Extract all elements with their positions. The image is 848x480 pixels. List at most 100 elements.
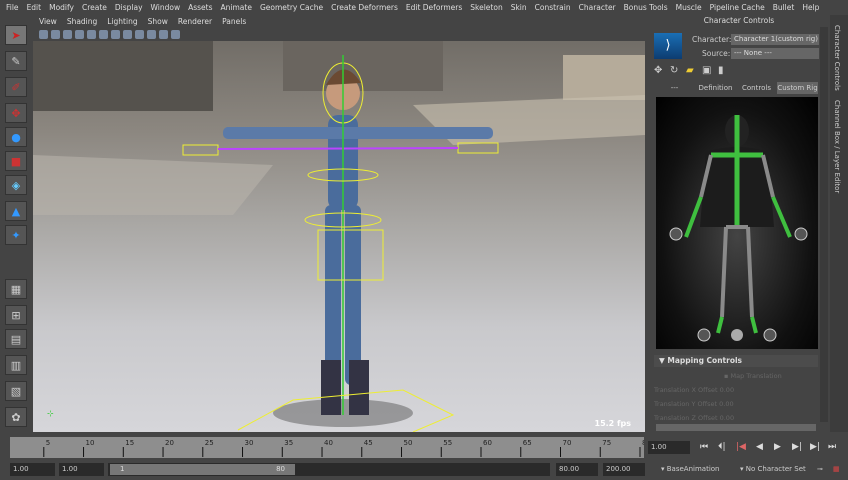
foot-left-button[interactable] — [697, 328, 711, 342]
anim-start-field[interactable]: 1.00 — [59, 463, 104, 476]
viewport-menu-shading[interactable]: Shading — [67, 17, 97, 26]
isolate-icon[interactable] — [159, 29, 168, 39]
menu-edit-deformers[interactable]: Edit Deformers — [406, 3, 462, 12]
menu-create-deformers[interactable]: Create Deformers — [331, 3, 398, 12]
tab-none[interactable]: --- — [654, 82, 695, 94]
play-forward-icon[interactable]: ▶ — [774, 442, 781, 452]
source-dropdown[interactable]: --- None --- — [731, 48, 819, 59]
hand-left-button[interactable] — [669, 227, 683, 241]
translation-z-offset[interactable]: Translation Z Offset 0.00 — [654, 414, 734, 422]
tab-definition[interactable]: Definition — [695, 82, 736, 94]
menu-constrain[interactable]: Constrain — [535, 3, 571, 12]
menu-bullet[interactable]: Bullet — [773, 3, 795, 12]
menu-file[interactable]: File — [6, 3, 19, 12]
menu-display[interactable]: Display — [115, 3, 143, 12]
viewport-menu-view[interactable]: View — [39, 17, 57, 26]
viewport-3d[interactable]: View Shading Lighting Show Renderer Panels ⊹ … — [33, 15, 645, 432]
layout-custom-icon[interactable]: ✿ — [5, 407, 27, 427]
soft-mod-icon[interactable]: ▲ — [5, 201, 27, 221]
foot-right-button[interactable] — [763, 328, 777, 342]
step-forward-key-icon[interactable]: ▶| — [792, 442, 802, 452]
step-back-key-icon[interactable]: |◀ — [736, 442, 746, 452]
hand-right-button[interactable] — [794, 227, 808, 241]
full-body-button[interactable] — [731, 329, 743, 341]
start-time-field[interactable]: 1.00 — [10, 463, 55, 476]
menu-pipeline-cache[interactable]: Pipeline Cache — [710, 3, 765, 12]
translation-y-offset[interactable]: Translation Y Offset 0.00 — [654, 400, 734, 408]
menu-skin[interactable]: Skin — [511, 3, 527, 12]
move-tool-icon[interactable]: ✥ — [5, 103, 27, 123]
character-set-dropdown[interactable]: ▾ No Character Set — [737, 463, 812, 476]
menu-animate[interactable]: Animate — [221, 3, 252, 12]
layout-four-icon[interactable]: ⊞ — [5, 305, 27, 325]
smooth-shade-icon[interactable] — [111, 29, 120, 39]
go-to-start-icon[interactable]: ⏮ — [700, 442, 708, 452]
tab-custom-rig[interactable]: Custom Rig — [777, 82, 818, 94]
preferences-icon[interactable]: ▦ — [830, 463, 844, 476]
menu-character[interactable]: Character — [579, 3, 616, 12]
wireframe-icon[interactable] — [99, 29, 108, 39]
menu-help[interactable]: Help — [802, 3, 819, 12]
camera-attr-icon[interactable] — [51, 29, 60, 39]
layout-outliner-icon[interactable]: ▧ — [5, 381, 27, 401]
lasso-tool-icon[interactable]: ✎ — [5, 51, 27, 71]
menu-create[interactable]: Create — [82, 3, 107, 12]
character-logo-icon[interactable]: ⟩ — [654, 33, 682, 59]
lights-icon[interactable] — [135, 29, 144, 39]
menu-modify[interactable]: Modify — [49, 3, 74, 12]
current-time-field[interactable]: 1.00 — [648, 441, 690, 454]
refresh-icon[interactable]: ↻ — [670, 65, 678, 76]
vertical-scrollbar[interactable] — [820, 27, 828, 422]
paint-tool-icon[interactable]: ✐ — [5, 77, 27, 97]
delete-icon[interactable]: ▮ — [718, 65, 724, 76]
last-tool-icon[interactable]: ✦ — [5, 225, 27, 245]
rig-view[interactable] — [656, 97, 818, 349]
viewport-menu-lighting[interactable]: Lighting — [107, 17, 137, 26]
menu-assets[interactable]: Assets — [188, 3, 212, 12]
character-dropdown[interactable]: Character 1(custom rig) — [731, 34, 819, 45]
menu-edit[interactable]: Edit — [27, 3, 42, 12]
move-icon[interactable]: ✥ — [654, 65, 662, 76]
viewport-menu-panels[interactable]: Panels — [222, 17, 246, 26]
menu-muscle[interactable]: Muscle — [676, 3, 702, 12]
anim-layer-dropdown[interactable]: ▾ BaseAnimation — [658, 463, 728, 476]
key-icon[interactable]: ⊸ — [814, 463, 828, 476]
anim-end-field[interactable]: 200.00 — [603, 463, 645, 476]
range-slider-handle[interactable]: 1 80 — [110, 464, 295, 475]
select-tool-icon[interactable]: ➤ — [5, 25, 27, 45]
save-icon[interactable]: ▣ — [702, 65, 711, 76]
time-slider[interactable]: 5 10 15 20 25 30 35 40 45 50 55 60 65 70 75 80 — [10, 437, 651, 458]
map-translation-checkbox[interactable]: ▪ Map Translation — [724, 372, 782, 380]
menu-bonus-tools[interactable]: Bonus Tools — [624, 3, 668, 12]
image-plane-icon[interactable] — [75, 29, 84, 39]
step-forward-icon[interactable]: ▶| — [810, 442, 820, 452]
textured-icon[interactable] — [123, 29, 132, 39]
menu-window[interactable]: Window — [151, 3, 181, 12]
layout-two-icon[interactable]: ▤ — [5, 329, 27, 349]
tab-character-controls[interactable]: Character Controls — [833, 25, 841, 91]
horizontal-scrollbar[interactable] — [656, 424, 816, 431]
xray-icon[interactable] — [171, 29, 180, 39]
play-backward-icon[interactable]: ◀ — [756, 442, 763, 452]
go-to-end-icon[interactable]: ⏭ — [828, 442, 836, 452]
viewport-menu-show[interactable]: Show — [148, 17, 168, 26]
menu-geometry-cache[interactable]: Geometry Cache — [260, 3, 323, 12]
end-time-field[interactable]: 80.00 — [556, 463, 598, 476]
load-icon[interactable]: ▰ — [686, 65, 694, 76]
menu-skeleton[interactable]: Skeleton — [470, 3, 502, 12]
scale-tool-icon[interactable]: ■ — [5, 151, 27, 171]
tab-channel-box[interactable]: Channel Box / Layer Editor — [833, 100, 841, 193]
layout-graph-icon[interactable]: ▥ — [5, 355, 27, 375]
shadows-icon[interactable] — [147, 29, 156, 39]
grid-icon[interactable] — [87, 29, 96, 39]
tab-controls[interactable]: Controls — [736, 82, 777, 94]
step-back-icon[interactable]: ⏴| — [718, 442, 726, 452]
rotate-tool-icon[interactable]: ● — [5, 127, 27, 147]
translation-x-offset[interactable]: Translation X Offset 0.00 — [654, 386, 734, 394]
layout-single-icon[interactable]: ▦ — [5, 279, 27, 299]
viewport-menu-renderer[interactable]: Renderer — [178, 17, 212, 26]
bookmark-icon[interactable] — [63, 29, 72, 39]
camera-icon[interactable] — [39, 29, 48, 39]
mapping-controls-header[interactable]: ▼ Mapping Controls — [654, 355, 818, 367]
manipulator-icon[interactable]: ◈ — [5, 175, 27, 195]
